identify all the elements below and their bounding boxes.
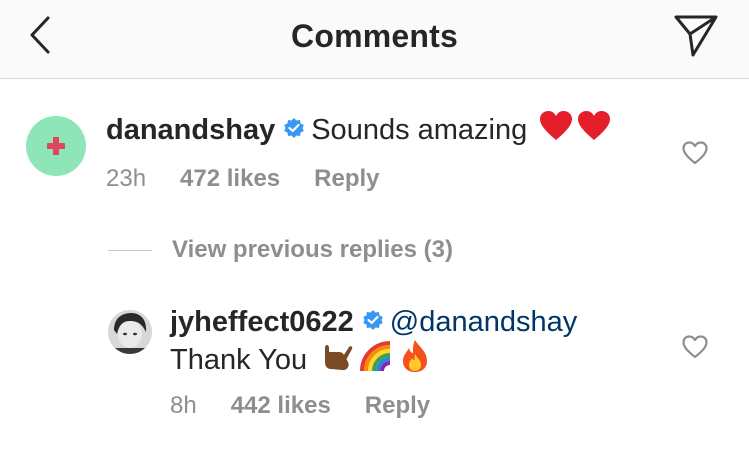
avatar[interactable] bbox=[108, 310, 152, 354]
avatar[interactable] bbox=[26, 116, 86, 176]
page-title: Comments bbox=[291, 18, 458, 54]
plus-icon bbox=[47, 137, 65, 155]
header-bar: Comments bbox=[0, 0, 749, 79]
profile-photo bbox=[108, 310, 152, 354]
red-heart-icon bbox=[539, 110, 573, 150]
reply-timestamp: 8h bbox=[170, 392, 197, 419]
reply-button[interactable]: Reply bbox=[314, 165, 379, 193]
comment-timestamp: 23h bbox=[106, 165, 147, 192]
rainbow-icon bbox=[359, 339, 393, 381]
reply-message: Thank You bbox=[170, 343, 308, 376]
comment-meta: 23h 472 likes Reply bbox=[106, 165, 380, 193]
reply-header-row: jyheffect0622 @danandshay bbox=[170, 306, 577, 339]
reply-text-row: Thank You bbox=[170, 338, 429, 382]
send-button[interactable] bbox=[673, 12, 719, 58]
reply-meta: 8h 442 likes Reply bbox=[170, 392, 430, 420]
mention-link[interactable]: @danandshay bbox=[390, 306, 577, 339]
like-heart-icon[interactable] bbox=[682, 141, 708, 165]
reply-likes[interactable]: 442 likes bbox=[231, 392, 331, 420]
verified-badge-icon bbox=[283, 114, 305, 147]
divider-line bbox=[108, 249, 152, 251]
comment-message: Sounds amazing bbox=[311, 113, 528, 146]
verified-badge-icon bbox=[362, 306, 384, 339]
reply-button[interactable]: Reply bbox=[365, 392, 430, 420]
comment-username[interactable]: danandshay bbox=[106, 114, 275, 147]
paper-plane-icon bbox=[674, 15, 718, 57]
reply-username[interactable]: jyheffect0622 bbox=[170, 306, 354, 339]
comment-text-row: danandshay Sounds amazing bbox=[106, 110, 611, 150]
comment-likes[interactable]: 472 likes bbox=[180, 165, 280, 193]
like-heart-icon[interactable] bbox=[682, 335, 708, 359]
view-previous-label: View previous replies (3) bbox=[172, 236, 454, 263]
call-me-hand-icon bbox=[317, 338, 353, 382]
red-heart-icon bbox=[577, 110, 611, 150]
view-previous-replies[interactable]: View previous replies (3) bbox=[108, 236, 453, 264]
fire-icon bbox=[401, 339, 429, 381]
